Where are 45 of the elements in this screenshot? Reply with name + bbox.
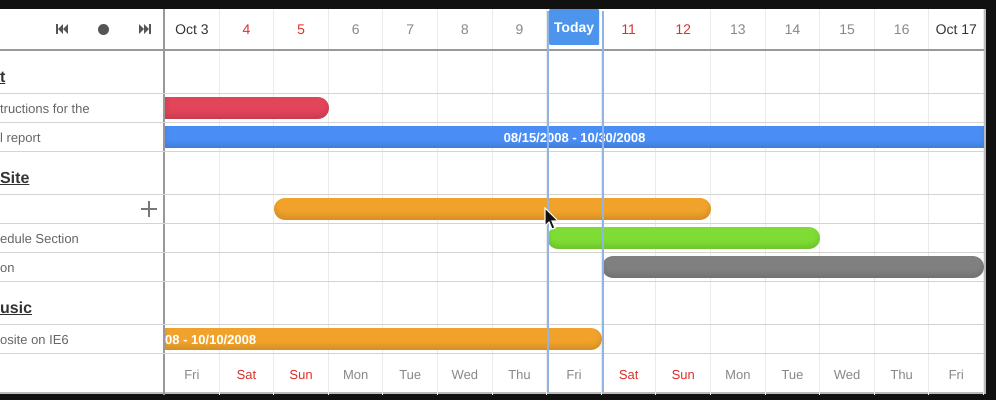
date-label: Oct 3	[165, 9, 220, 49]
weekday-label: Thu	[492, 354, 548, 395]
weekday-label: Wed	[438, 354, 493, 395]
date-label: 8	[438, 9, 493, 49]
task-bar[interactable]: 08/15/2008 - 10/30/2008	[165, 126, 984, 148]
add-icon[interactable]	[141, 201, 157, 217]
date-label: 16	[874, 9, 930, 49]
weekday-label: Tue	[383, 354, 438, 395]
weekday-label: Fri	[165, 354, 220, 395]
date-label: 7	[383, 9, 438, 49]
date-label: Oct 17	[929, 9, 984, 49]
skip-back-icon[interactable]	[56, 24, 68, 34]
weekday-label: Mon	[328, 354, 384, 395]
date-label: 4	[220, 9, 274, 49]
today-badge: Today	[549, 9, 600, 45]
task-name: osite on IE6	[0, 332, 69, 346]
date-label: 6	[328, 9, 384, 49]
dot-icon[interactable]	[98, 24, 109, 34]
date-label: 14	[766, 9, 820, 49]
date-label: 5	[274, 9, 329, 49]
weekday-label: Thu	[874, 354, 930, 395]
date-label: 12	[656, 9, 711, 49]
weekday-label: Mon	[710, 354, 766, 395]
weekday-label: Wed	[820, 354, 875, 395]
group-title: Site	[0, 170, 30, 188]
weekday-label: Sun	[274, 354, 329, 395]
weekday-label: Sat	[602, 354, 656, 395]
weekday-label: Fri	[929, 354, 984, 395]
date-label: 11	[602, 9, 656, 49]
date-label: 15	[820, 9, 875, 49]
task-name: edule Section	[0, 230, 79, 246]
weekday-label: Fri	[547, 354, 602, 395]
task-name: tructions for the	[0, 100, 90, 116]
weekday-label: Tue	[766, 354, 820, 395]
cursor-icon	[544, 207, 560, 231]
task-name: l report	[0, 130, 40, 144]
date-label: 13	[710, 9, 766, 49]
date-label: 9	[492, 9, 548, 49]
group-title: t	[0, 69, 6, 87]
weekday-label: Sun	[656, 354, 711, 395]
task-bar[interactable]: 08 - 10/10/2008	[165, 328, 602, 350]
group-title: usic	[0, 300, 32, 318]
skip-forward-icon[interactable]	[139, 24, 151, 34]
weekday-label: Sat	[220, 354, 274, 395]
task-name: on	[0, 260, 14, 274]
